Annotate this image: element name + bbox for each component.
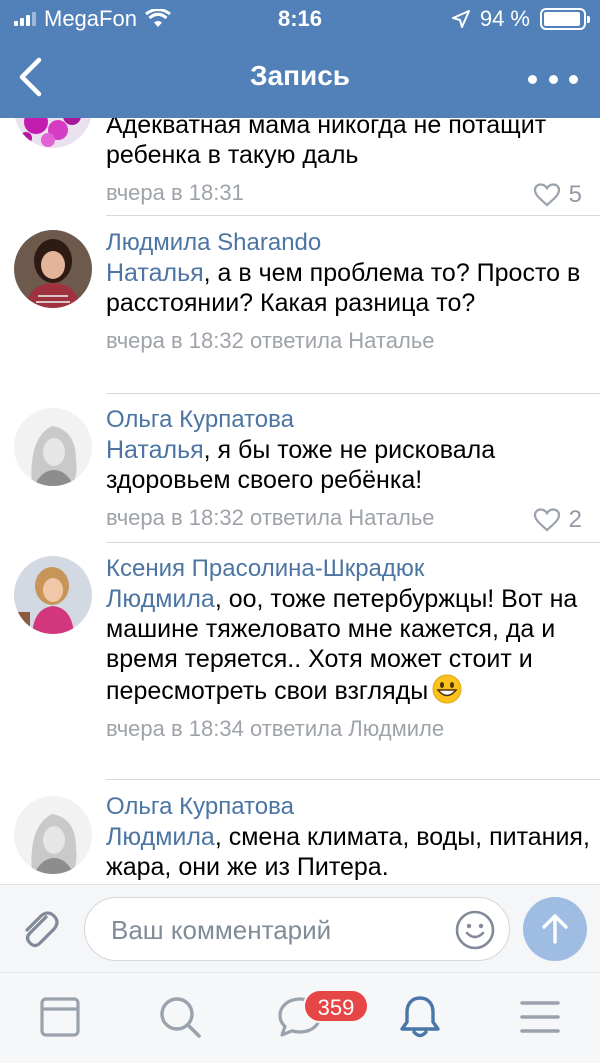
menu-icon [520, 1001, 560, 1033]
comment-body: Ольга Курпатова Людмила, смена климата, … [106, 792, 590, 882]
chevron-left-icon [19, 57, 42, 97]
heart-icon [533, 183, 560, 207]
comment-time: вчера в 18:32 [106, 505, 244, 530]
avatar[interactable] [14, 118, 92, 148]
comment-separator [106, 779, 600, 780]
nav-bar: Запись [0, 40, 600, 118]
reply-to-link[interactable]: ответила Наталье [250, 505, 435, 530]
emoji-button[interactable] [453, 908, 497, 952]
comment-meta: вчера в 18:34 ответила Людмиле [106, 714, 590, 744]
comment-author[interactable]: Ольга Курпатова [106, 405, 590, 435]
more-dot [548, 74, 558, 84]
arrow-up-icon [542, 914, 568, 944]
avatar[interactable] [14, 796, 92, 874]
comment-separator [106, 393, 600, 394]
location-arrow-icon [451, 10, 470, 28]
reply-to-link[interactable]: ответила Людмиле [250, 716, 444, 741]
page-title: Запись [249, 60, 351, 91]
comment-text: Людмила, оо, тоже петербуржцы! Вот на ма… [106, 584, 590, 706]
paperclip-icon [25, 911, 59, 948]
header: MegaFon 8:16 94 % Запись [0, 0, 600, 118]
tab-menu[interactable] [514, 991, 566, 1043]
comment-input[interactable] [111, 908, 441, 952]
like-count: 5 [568, 181, 582, 208]
mention-link[interactable]: Наталья [106, 436, 204, 464]
tab-news[interactable] [34, 991, 86, 1043]
avatar[interactable] [14, 230, 92, 308]
comment-time: вчера в 18:32 [106, 328, 244, 353]
comment-body: Ольга Курпатова Наталья, я бы тоже не ри… [106, 405, 590, 533]
comment-author[interactable]: Ксения Прасолина-Шкрадюк [106, 554, 590, 584]
status-bar: MegaFon 8:16 94 % [0, 0, 600, 40]
comment-separator [106, 215, 600, 216]
like-count: 2 [568, 506, 582, 533]
heart-icon [533, 508, 560, 532]
status-right: 94 % [451, 6, 590, 32]
reply-to-link[interactable]: ответила Наталье [250, 328, 435, 353]
mention-link[interactable]: Людмила [106, 823, 215, 851]
mention-link[interactable]: Наталья [106, 259, 204, 287]
comment-list: Адекватная мама никогда не потащит ребен… [0, 118, 600, 884]
search-icon [160, 997, 201, 1038]
tab-notifications[interactable] [394, 991, 446, 1043]
comment-composer [0, 884, 600, 972]
comment-text: Наталья, а в чем проблема то? Просто в р… [106, 258, 590, 318]
avatar[interactable] [14, 408, 92, 486]
comment-time: вчера в 18:31 [106, 180, 244, 205]
notifications-icon [400, 996, 440, 1038]
comment-meta: вчера в 18:31 5 [106, 178, 590, 208]
comment-text: Адекватная мама никогда не потащит ребен… [106, 118, 547, 169]
more-dot [528, 74, 537, 84]
battery-percent: 94 % [479, 6, 530, 31]
comment-text: Людмила, смена климата, воды, питания, ж… [106, 822, 590, 882]
more-button[interactable] [528, 62, 578, 96]
comment-body: Людмила Sharando Наталья, а в чем пробле… [106, 228, 590, 356]
attach-button[interactable] [16, 905, 64, 953]
mention-link[interactable]: Людмила [106, 585, 215, 613]
send-button[interactable] [523, 897, 587, 961]
comment-text: Наталья, я бы тоже не рисковала здоровье… [106, 435, 590, 495]
battery-fill [544, 12, 580, 26]
comment-meta: вчера в 18:32 ответила Наталье [106, 326, 590, 356]
news-icon [40, 997, 80, 1037]
tab-bar: 359 [0, 972, 600, 1063]
like-button[interactable]: 2 [533, 505, 582, 535]
messages-badge: 359 [303, 989, 369, 1023]
battery-icon [540, 8, 590, 30]
comment-body: Ксения Прасолина-Шкрадюк Людмила, оо, то… [106, 554, 590, 744]
like-button[interactable]: 5 [533, 180, 582, 210]
comment-meta: вчера в 18:32 ответила Наталье 2 [106, 503, 590, 533]
back-button[interactable] [8, 52, 52, 102]
comment-author[interactable]: Людмила Sharando [106, 228, 590, 258]
comment-author[interactable]: Ольга Курпатова [106, 792, 590, 822]
comment-time: вчера в 18:34 [106, 716, 244, 741]
grinning-emoji-icon [432, 674, 462, 704]
comment-input-field[interactable] [84, 897, 510, 961]
avatar[interactable] [14, 556, 92, 634]
smiley-icon [455, 910, 495, 950]
comment-body: Адекватная мама никогда не потащит ребен… [106, 118, 590, 208]
tab-search[interactable] [154, 991, 206, 1043]
comment-separator [106, 542, 600, 543]
more-dot [569, 74, 578, 84]
